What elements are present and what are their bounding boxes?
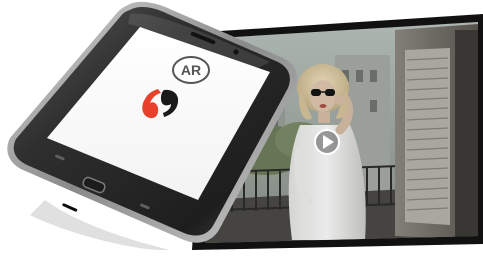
scene-illustration: AR xyxy=(7,1,483,251)
charging-port xyxy=(62,203,78,212)
ar-badge-text: AR xyxy=(181,62,201,78)
front-camera xyxy=(232,48,240,56)
play-button[interactable] xyxy=(314,129,340,155)
ar-badge: AR xyxy=(172,56,210,84)
scene: AR xyxy=(0,0,483,262)
